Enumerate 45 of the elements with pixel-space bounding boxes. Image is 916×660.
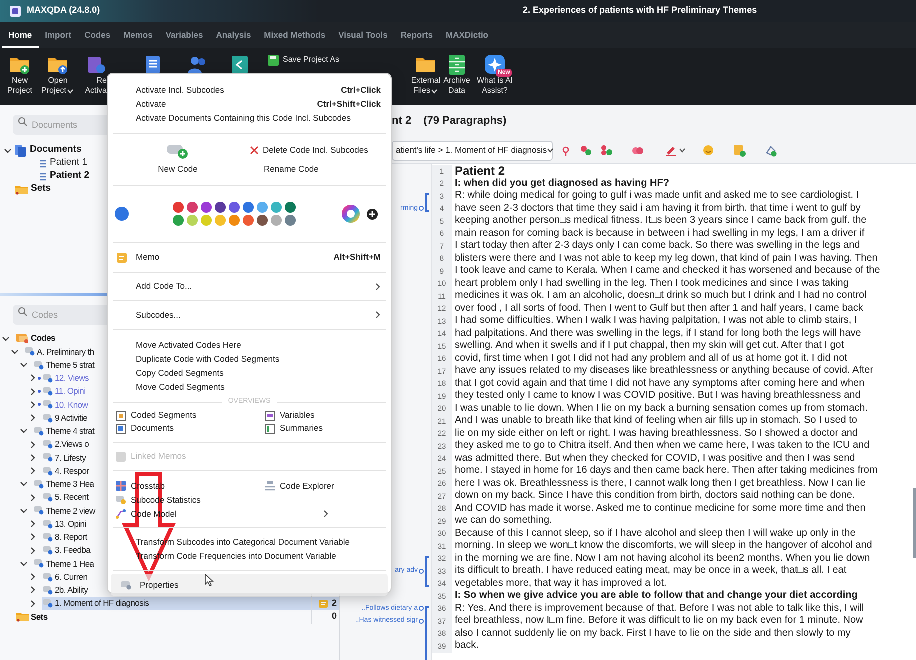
- interview-answer: swelling. And when it swells and if I put chappal, then my skin will get cut. After that I got: [454, 340, 844, 352]
- interview-question: I: when did you get diagnosed as having HF?: [454, 178, 670, 190]
- interview-answer: home. I stayed in home for 16 days and then came back here. Then after taking medicines from: [454, 465, 878, 478]
- document-title: nt 2: [392, 114, 412, 130]
- interview-answer: they asked me to go to Chitra itself. And then when we came here, I was taken to the ICU and: [454, 440, 870, 452]
- interview-answer: have seen 2-3 doctors that time they said i am having it from birth. that time i went to gulf by: [454, 202, 861, 215]
- interview-answer: I was unable to lie down. When I lie on my back a burning sensation comes up from stomach.: [454, 402, 868, 415]
- interview-answer: vegetables more, that way it has improved a lot.: [454, 578, 667, 590]
- interview-answer: we can do something.: [454, 515, 552, 528]
- interview-answer: I took leave and came to Kerala. When I came and checked it has worsened and because of the: [454, 265, 880, 278]
- interview-answer: R: while doing medical for going to gulf i was made unfit and asked me to see cardiologist. I: [454, 190, 860, 202]
- interview-answer: medicines it was ok. I am an alcoholic, doesn□t drink so much but I drink and I had no control: [454, 290, 867, 302]
- count-label: 0: [332, 610, 337, 624]
- interview-answer: that I got covid again and that time I did not have any symptoms after coming here and when: [454, 378, 865, 390]
- interview-answer: lie on my side either on left or right. I was having breathlessness. So I showed a doctor and: [454, 428, 858, 440]
- document-heading: Patient 2: [454, 165, 506, 178]
- interview-answer: have any issues related to my diseases like breathlessness or anything because of covid. After: [454, 365, 874, 378]
- interview-answer: Because of this I cannot sleep, so if I have alcohol and sleep then I will wake up only in the: [454, 528, 856, 540]
- paragraph-count: (79 Paragraphs): [424, 114, 507, 130]
- interview-answer: morning. In sleep we won□t know the discomforts, we will sleep in the hangover of alcohol and: [454, 540, 872, 552]
- interview-question: I: So when we give advice you are able to follow that and change your diet according: [454, 590, 858, 602]
- interview-answer: they tested only I came to know I was COVID positive. But I was having breathlessness and: [454, 390, 861, 402]
- interview-answer: heart problem only I had swelling in the leg. Then I took medicines and since I was taking: [454, 278, 849, 290]
- interview-answer: over food , I all sorts of food. Then I went to Gulf but then after 1 and half years, I came back: [454, 302, 864, 315]
- interview-answer: I start today then after 2-3 days only I can come back. So there was swelling in the legs and: [454, 240, 860, 252]
- interview-answer: was admitted there. But when they checked for COVID, I was positive and then I was send: [454, 452, 856, 465]
- interview-answer: in the morning we are fine. Now I am not having alcohol its been2 months. When you lie down: [454, 552, 870, 565]
- interview-answer: here I was ok. Breathlessness is there, I cannot walk long then I get breathless. Now I can lie: [454, 478, 866, 490]
- interview-answer: blisters were there and I was not able to keep my leg down, that kind of pain I was having. Then: [454, 252, 878, 265]
- interview-answer: back.: [454, 640, 479, 652]
- interview-answer: its difficult to breath. I have reduced eating meat, may be once in a week, that□s all. I eat: [454, 565, 847, 578]
- interview-answer: R: Yes. And there is improvement because of that. Before I was not able to talk like this, I will: [454, 602, 864, 615]
- interview-answer: I had some difficulties. When I walk I was having palpitation, I was not able to climb stairs, I: [454, 315, 858, 328]
- interview-answer: also I cannot suddenly lie on my back. First I have to lie on the side and then slowly to my: [454, 628, 851, 640]
- interview-answer: covid, first time when I got I did not had any problem and all of us at home got it. I did not: [454, 352, 848, 365]
- window-title: 2. Experiences of patients with HF Preliminary Themes: [523, 4, 758, 18]
- interview-answer: feel breathless, now I□m fine. Before it was difficult to lie on my back even for 1 minute. Now: [454, 615, 864, 628]
- interview-answer: had palpitations. And there was swelling in the legs, if I stand for long both the legs will have: [454, 328, 862, 340]
- app-title: MAXQDA (24.8.0): [27, 4, 102, 18]
- interview-answer: main reason for coming back is because in between i had swelling in my legs, I am a driver if: [454, 228, 865, 240]
- interview-answer: And COVID has made it worse. Asked me to continue medicine for some more time and then: [454, 502, 866, 515]
- interview-answer: keeping another person□s medical fitness. It□s been 3 years since I came back from gulf. the: [454, 215, 867, 228]
- interview-answer: And I was unable to breath like that kind of feeling when air fills up in stomach. So I used to: [454, 415, 858, 428]
- count-label: 2: [332, 596, 337, 610]
- interview-answer: down on my back. Since I have this condition from birth, doctors said nothing can be done.: [454, 490, 856, 502]
